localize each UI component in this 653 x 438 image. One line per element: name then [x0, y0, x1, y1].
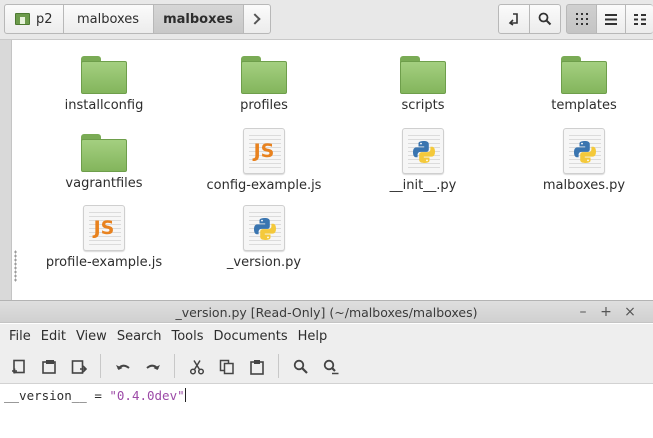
scissors-icon — [189, 360, 205, 375]
undo-button[interactable] — [114, 358, 132, 376]
redo-button[interactable] — [144, 358, 162, 376]
file-manager-toolbar: p2 malboxes malboxes — [0, 0, 653, 40]
file-item[interactable]: JS config-example.js — [199, 128, 329, 193]
file-name: profile-example.js — [45, 255, 163, 270]
icon-view-button[interactable] — [566, 4, 597, 34]
compact-view-icon — [633, 13, 646, 25]
list-view-icon — [605, 13, 617, 25]
pane-resize-handle[interactable] — [14, 250, 17, 282]
menu-edit[interactable]: Edit — [36, 329, 71, 344]
find-button[interactable] — [292, 358, 310, 376]
file-item[interactable]: JS profile-example.js — [39, 205, 169, 270]
new-document-button[interactable] — [10, 358, 28, 376]
window-title: _version.py [Read-Only] (~/malboxes/malb… — [175, 305, 478, 320]
folder-icon — [400, 56, 446, 94]
save-document-icon — [71, 360, 87, 374]
editor-text-area[interactable]: __version__ = "0.4.0dev" — [0, 385, 653, 438]
folder-icon — [241, 56, 287, 94]
file-item[interactable]: templates — [519, 56, 649, 113]
save-document-button[interactable] — [70, 358, 88, 376]
redo-icon — [146, 364, 160, 370]
python-file-icon — [243, 205, 285, 251]
search-icon — [538, 12, 552, 26]
menu-documents[interactable]: Documents — [209, 329, 293, 344]
home-folder-icon — [15, 13, 30, 25]
copy-icon — [219, 359, 234, 375]
file-item[interactable]: malboxes.py — [519, 128, 649, 193]
breadcrumb-item-malboxes-parent[interactable]: malboxes — [64, 5, 154, 33]
paste-button[interactable] — [248, 358, 266, 376]
file-name: templates — [551, 98, 617, 113]
breadcrumb-label: p2 — [36, 11, 53, 27]
list-view-button[interactable] — [596, 4, 626, 34]
file-item[interactable]: __init__.py — [358, 128, 488, 193]
breadcrumb-label: malboxes — [163, 11, 234, 27]
file-name: vagrantfiles — [65, 176, 143, 191]
undo-icon — [116, 364, 130, 370]
file-name: __init__.py — [389, 178, 457, 193]
new-document-icon — [12, 359, 25, 374]
grid-view-icon — [575, 13, 588, 25]
file-item[interactable]: _version.py — [199, 205, 329, 270]
find-replace-button[interactable] — [322, 358, 340, 376]
editor-toolbar — [0, 348, 653, 384]
file-name: config-example.js — [206, 178, 322, 193]
menu-file[interactable]: File — [4, 329, 36, 344]
maximize-button[interactable]: + — [597, 303, 615, 321]
file-name: _version.py — [226, 255, 302, 270]
menu-tools[interactable]: Tools — [166, 329, 208, 344]
toolbar-separator — [100, 354, 101, 378]
file-item[interactable]: scripts — [358, 56, 488, 113]
javascript-file-icon: JS — [243, 128, 285, 174]
breadcrumb-item-p2[interactable]: p2 — [5, 5, 64, 33]
toolbar-separator — [174, 354, 175, 378]
toolbar-separator — [278, 354, 279, 378]
sidebar-collapsed-edge — [0, 40, 12, 300]
file-item[interactable]: vagrantfiles — [39, 134, 169, 191]
file-name: profiles — [240, 98, 288, 113]
find-replace-icon — [323, 359, 339, 375]
breadcrumb-item-malboxes-current[interactable]: malboxes — [153, 5, 244, 33]
search-button[interactable] — [529, 4, 561, 34]
file-manager-window: p2 malboxes malboxes installconfig profi… — [0, 0, 653, 300]
terminal-icon — [508, 13, 518, 26]
text-cursor — [184, 388, 186, 402]
file-name: installconfig — [64, 98, 144, 113]
folder-icon — [81, 56, 127, 94]
code-operator: = — [86, 388, 110, 403]
python-file-icon — [563, 128, 605, 174]
python-file-icon — [402, 128, 444, 174]
menu-bar: File Edit View Search Tools Documents He… — [0, 324, 653, 348]
open-terminal-button[interactable] — [498, 4, 530, 34]
copy-button[interactable] — [218, 358, 236, 376]
code-string: "0.4.0dev" — [109, 388, 185, 403]
file-name: scripts — [401, 98, 445, 113]
open-document-icon — [42, 360, 56, 374]
breadcrumb-forward-button[interactable] — [244, 5, 270, 33]
folder-icon — [561, 56, 607, 94]
file-name: malboxes.py — [542, 178, 626, 193]
file-item[interactable]: installconfig — [39, 56, 169, 113]
find-icon — [293, 359, 308, 374]
breadcrumb-label: malboxes — [76, 11, 140, 27]
minimize-button[interactable]: – — [574, 303, 592, 321]
editor-titlebar[interactable]: _version.py [Read-Only] (~/malboxes/malb… — [0, 300, 653, 323]
code-identifier: __version__ — [4, 388, 87, 403]
breadcrumb: p2 malboxes malboxes — [4, 4, 271, 34]
javascript-file-icon: JS — [83, 205, 125, 251]
text-editor-window: _version.py [Read-Only] (~/malboxes/malb… — [0, 300, 653, 438]
folder-icon — [81, 134, 127, 172]
paste-icon — [250, 360, 264, 375]
chevron-right-icon — [249, 13, 261, 25]
menu-view[interactable]: View — [71, 329, 112, 344]
cut-button[interactable] — [188, 358, 206, 376]
menu-help[interactable]: Help — [293, 329, 333, 344]
file-item[interactable]: profiles — [199, 56, 329, 113]
close-button[interactable]: × — [621, 303, 639, 321]
menu-search[interactable]: Search — [112, 329, 167, 344]
open-document-button[interactable] — [40, 358, 58, 376]
compact-view-button[interactable] — [625, 4, 653, 34]
